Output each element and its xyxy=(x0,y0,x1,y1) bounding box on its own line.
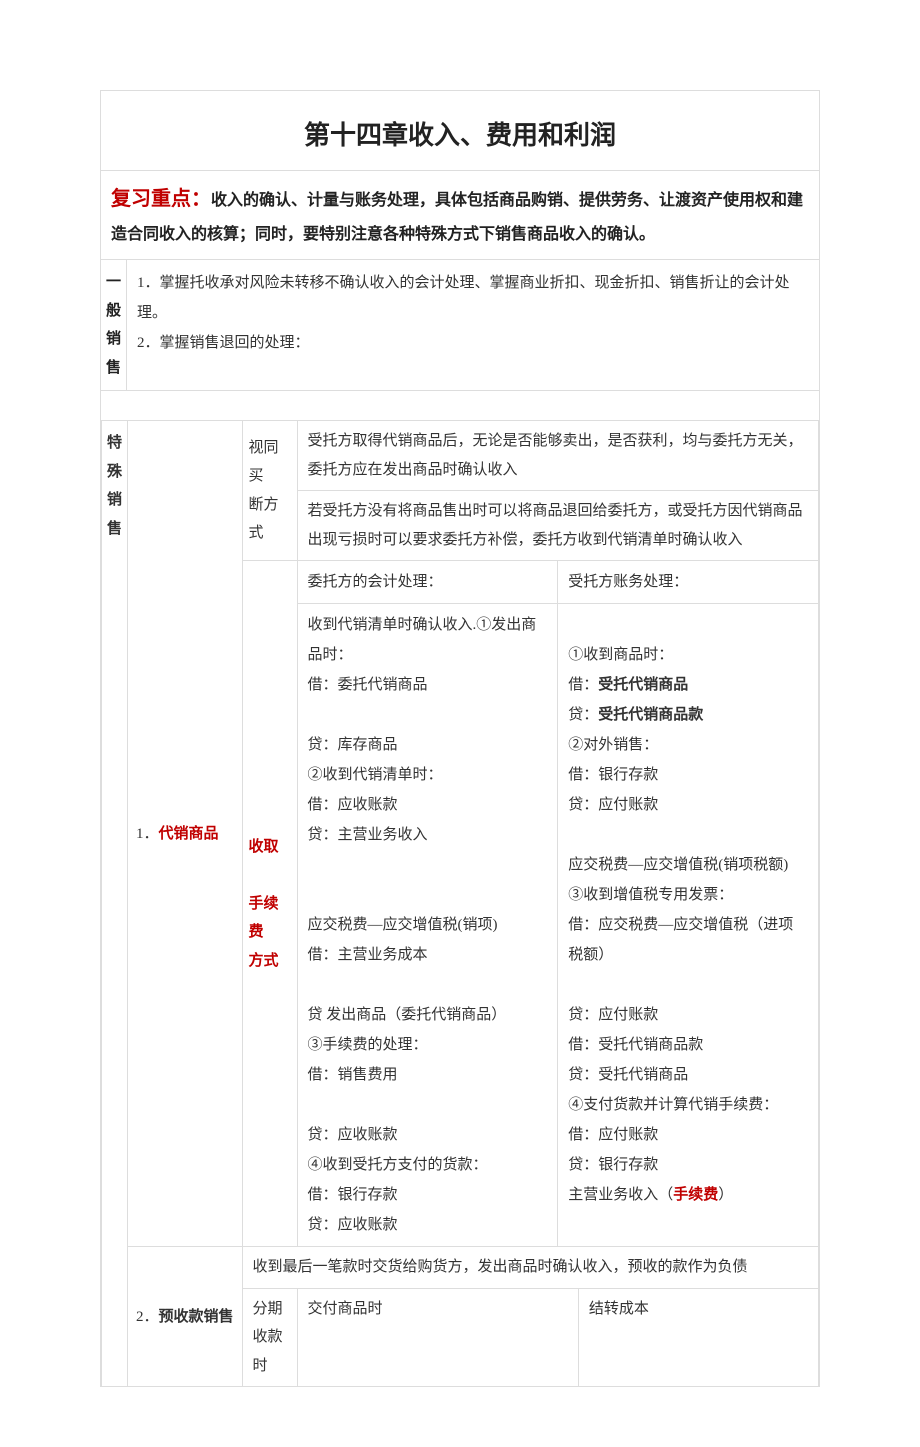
method-1-desc-2: 若受托方没有将商品售出时可以将商品退回给委托方，或受托方因代销商品出现亏损时可以… xyxy=(297,491,818,561)
item-2-col-3: 结转成本 xyxy=(578,1288,818,1386)
method-2-label: 收取 手续费 方式 xyxy=(242,561,297,1247)
acct-right-body: ①收到商品时： 借：受托代销商品 贷：受托代销商品款 ②对外销售： 借：银行存款… xyxy=(558,604,818,1247)
method-1-label: 视同买 断方式 xyxy=(242,421,297,561)
general-sales-body: 1．掌握托收承对风险未转移不确认收入的会计处理、掌握商业折扣、现金折扣、销售折让… xyxy=(127,260,819,390)
special-sales-label: 特 殊 销 售 xyxy=(102,421,128,1387)
item-1-label: 1．代销商品 xyxy=(128,421,243,1247)
item-2-col-1: 分期收款时 xyxy=(242,1288,297,1386)
general-sales-p2: 2．掌握销售退回的处理： xyxy=(137,328,809,358)
acct-left-body: 收到代销清单时确认收入.①发出商品时： 借：委托代销商品 贷：库存商品 ②收到代… xyxy=(298,604,558,1247)
item-2-col-2: 交付商品时 xyxy=(297,1288,578,1386)
general-sales-p1: 1．掌握托收承对风险未转移不确认收入的会计处理、掌握商业折扣、现金折扣、销售折让… xyxy=(137,268,809,328)
general-sales-label: 一 般 销 售 xyxy=(101,260,127,390)
acct-left-header: 委托方的会计处理： xyxy=(298,561,558,604)
document-container: 第十四章收入、费用和利润 复习重点：收入的确认、计量与账务处理，具体包括商品购销… xyxy=(100,90,820,1387)
review-focus-label: 复习重点： xyxy=(111,188,211,210)
review-focus-block: 复习重点：收入的确认、计量与账务处理，具体包括商品购销、提供劳务、让渡资产使用权… xyxy=(101,170,819,260)
acct-right-header: 受托方账务处理： xyxy=(558,561,818,604)
special-sales-table: 特 殊 销 售 1．代销商品 视同买 断方式 受托方取得代销商品后，无论是否能够… xyxy=(101,420,819,1386)
item-2-desc: 收到最后一笔款时交货给购货方，发出商品时确认收入，预收的款作为负债 xyxy=(242,1247,818,1289)
page-title: 第十四章收入、费用和利润 xyxy=(101,91,819,170)
method-1-desc-1: 受托方取得代销商品后，无论是否能够卖出，是否获利，均与委托方无关，委托方应在发出… xyxy=(297,421,818,491)
review-focus-text: 收入的确认、计量与账务处理，具体包括商品购销、提供劳务、让渡资产使用权和建造合同… xyxy=(111,192,803,243)
item-2-label: 2．预收款销售 xyxy=(128,1247,243,1387)
general-sales-row: 一 般 销 售 1．掌握托收承对风险未转移不确认收入的会计处理、掌握商业折扣、现… xyxy=(101,260,819,390)
method-2-accounting: 委托方的会计处理： 受托方账务处理： 收到代销清单时确认收入.①发出商品时： 借… xyxy=(297,561,818,1247)
spacer xyxy=(101,390,819,420)
